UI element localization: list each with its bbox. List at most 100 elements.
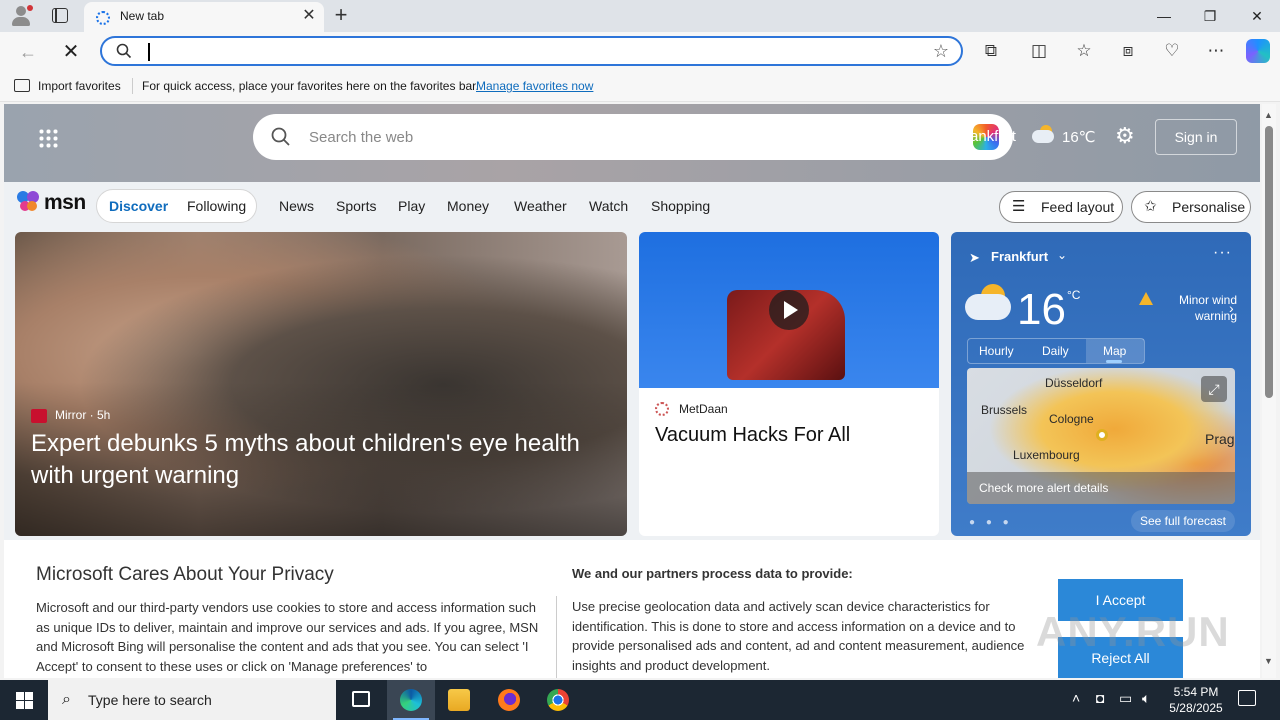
split-screen-icon[interactable]: ◫	[1028, 40, 1050, 62]
tab-following[interactable]: Following	[187, 198, 246, 214]
nav-news[interactable]: News	[279, 198, 314, 214]
chevron-up-icon[interactable]: ˄	[1072, 690, 1080, 706]
msn-logo[interactable]: msn	[44, 191, 86, 215]
main-card-title[interactable]: Expert debunks 5 myths about children's …	[31, 428, 621, 492]
tab-hourly[interactable]: Hourly	[979, 344, 1014, 358]
taskbar-firefox[interactable]	[485, 680, 533, 720]
nav-shopping[interactable]: Shopping	[651, 198, 710, 214]
stop-button[interactable]: ✕	[60, 41, 82, 63]
map-label: Luxembourg	[1013, 448, 1080, 462]
import-favorites-button[interactable]: Import favorites	[38, 79, 121, 93]
video-card-title[interactable]: Vacuum Hacks For All	[655, 424, 850, 447]
chrome-icon	[547, 689, 569, 711]
nav-watch[interactable]: Watch	[589, 198, 628, 214]
expand-icon[interactable]: ⤢	[1201, 376, 1227, 402]
carousel-dots[interactable]: ● ● ●	[969, 517, 1013, 528]
weather-warning[interactable]: Minor wind warning	[1155, 292, 1237, 324]
folder-icon	[448, 689, 470, 711]
restore-button[interactable]: ❐	[1199, 5, 1221, 27]
tab-new-tab[interactable]: New tab ✕	[84, 2, 324, 32]
page-scrollbar[interactable]: ▲ ▼	[1262, 104, 1276, 678]
profile-icon[interactable]	[10, 5, 33, 27]
star-icon: ✩	[1144, 198, 1157, 215]
map-label: Prag	[1205, 431, 1235, 447]
main-news-card[interactable]: Mirror · 5h Expert debunks 5 myths about…	[15, 232, 627, 536]
windows-start-icon[interactable]	[16, 692, 33, 709]
alert-details-link[interactable]: Check more alert details	[967, 472, 1235, 504]
close-tab-icon[interactable]: ✕	[300, 7, 318, 25]
new-tab-button[interactable]: +	[330, 4, 352, 26]
meet-now-icon[interactable]: ◘	[1096, 690, 1104, 706]
sliders-icon: ☰	[1012, 198, 1026, 215]
weather-card: ➤ Frankfurt ⌄ ··· 16 °C Minor wind warni…	[951, 232, 1251, 536]
clock-time: 5:54 PM	[1173, 685, 1219, 699]
nav-weather[interactable]: Weather	[514, 198, 567, 214]
gear-icon[interactable]: ⚙	[1115, 124, 1135, 148]
favorite-star-icon[interactable]: ☆	[933, 41, 949, 61]
active-tab-indicator	[1106, 360, 1122, 363]
personalise-button[interactable]: ✩ Personalise	[1131, 191, 1251, 223]
firefox-icon	[498, 689, 520, 711]
settings-more-icon[interactable]: ⋯	[1205, 40, 1227, 62]
hero-weather-city[interactable]: ankfurt	[970, 128, 1016, 145]
favorites-icon[interactable]: ☆	[1073, 40, 1095, 62]
video-thumbnail[interactable]	[639, 232, 939, 388]
minimize-button[interactable]: —	[1153, 5, 1175, 27]
tab-map[interactable]: Map	[1103, 344, 1126, 358]
task-view-button[interactable]	[338, 680, 386, 720]
tab-actions-icon[interactable]	[52, 8, 68, 23]
close-window-button[interactable]: ✕	[1246, 5, 1268, 27]
manage-favorites-link[interactable]: Manage favorites now	[476, 79, 593, 93]
search-placeholder[interactable]: Search the web	[309, 129, 413, 146]
cloud-icon	[965, 294, 1011, 320]
tab-discover[interactable]: Discover	[109, 198, 168, 214]
text-caret	[148, 43, 150, 61]
copilot-icon[interactable]	[1246, 39, 1270, 63]
taskbar-edge[interactable]	[387, 680, 435, 720]
temperature-unit[interactable]: °C	[1067, 288, 1080, 302]
tab-daily[interactable]: Daily	[1042, 344, 1069, 358]
tab-strip: New tab ✕ + — ❐ ✕	[0, 0, 1280, 32]
feed-tabs: Discover Following	[96, 189, 257, 223]
weather-map[interactable]: Düsseldorf Brussels Cologne Luxembourg P…	[967, 368, 1235, 504]
scroll-up-icon[interactable]: ▲	[1264, 110, 1273, 120]
video-card[interactable]: MetDaan Vacuum Hacks For All	[639, 232, 939, 536]
web-search-box[interactable]: Search the web	[253, 114, 1013, 160]
taskbar-clock[interactable]: 5:54 PM 5/28/2025	[1166, 684, 1226, 716]
apps-grid-icon[interactable]	[38, 128, 58, 148]
search-icon	[116, 43, 132, 59]
msn-butterfly-icon[interactable]	[16, 190, 40, 212]
weather-temperature: 16	[1017, 285, 1066, 334]
taskbar-search-placeholder[interactable]: Type here to search	[88, 692, 212, 708]
scroll-down-icon[interactable]: ▼	[1264, 656, 1273, 666]
sign-in-button[interactable]: Sign in	[1155, 119, 1237, 155]
taskbar-chrome[interactable]	[534, 680, 582, 720]
network-icon[interactable]: ▭	[1119, 690, 1132, 707]
browser-essentials-icon[interactable]: ♡	[1161, 40, 1183, 62]
notifications-icon[interactable]	[1238, 690, 1256, 706]
extensions-icon[interactable]: ⧉	[980, 40, 1002, 62]
feed-layout-button[interactable]: ☰ Feed layout	[999, 191, 1123, 223]
back-button[interactable]: ←	[17, 41, 39, 63]
play-icon[interactable]	[769, 290, 809, 330]
hero-weather-temp[interactable]: 16℃	[1062, 128, 1096, 146]
msn-page: Search the web ankfurt 16℃ ⚙ Sign in msn…	[4, 104, 1260, 678]
chevron-down-icon[interactable]: ⌄	[1057, 248, 1067, 262]
location-pin-icon	[1096, 429, 1108, 441]
volume-icon[interactable]: 🔈︎	[1142, 690, 1150, 707]
scrollbar-thumb[interactable]	[1265, 126, 1273, 398]
search-icon: ⌕	[62, 691, 71, 708]
see-full-forecast-button[interactable]: See full forecast	[1131, 510, 1235, 532]
more-options-icon[interactable]: ···	[1213, 244, 1232, 262]
collections-icon[interactable]: ⧈	[1117, 40, 1139, 62]
partners-heading: We and our partners process data to prov…	[572, 566, 853, 581]
nav-play[interactable]: Play	[398, 198, 425, 214]
taskbar-search[interactable]: ⌕ Type here to search	[48, 680, 336, 720]
map-label: Cologne	[1049, 412, 1094, 426]
nav-sports[interactable]: Sports	[336, 198, 376, 214]
weather-city[interactable]: Frankfurt	[991, 249, 1048, 264]
nav-money[interactable]: Money	[447, 198, 489, 214]
taskbar-file-explorer[interactable]	[435, 680, 483, 720]
address-bar[interactable]: ☆	[100, 36, 963, 66]
chevron-right-icon[interactable]: ›	[1229, 300, 1234, 316]
